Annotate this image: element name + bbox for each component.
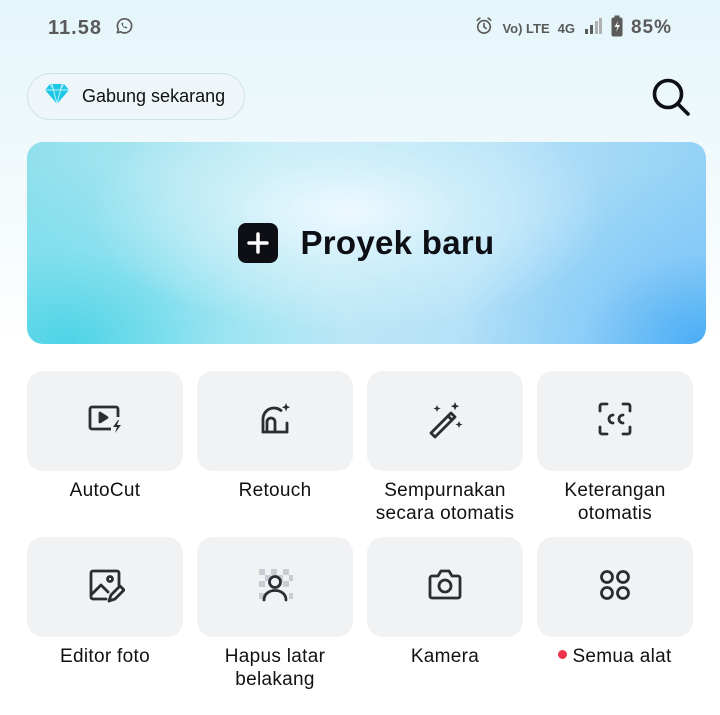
captions-icon	[595, 399, 635, 444]
retouch-icon	[255, 399, 295, 444]
tool-all-tools[interactable]: Semua alat	[537, 537, 693, 668]
tool-label-row: Semua alat	[558, 645, 671, 668]
tool-auto-captions[interactable]: Keterangan otomatis	[537, 371, 693, 525]
tool-label: AutoCut	[69, 480, 141, 501]
status-time: 11.58	[48, 16, 102, 39]
tool-label: Retouch	[238, 480, 312, 501]
network-type: 4G	[557, 20, 575, 36]
tool-label: Keterangan otomatis	[564, 480, 666, 524]
tool-tile	[27, 371, 183, 471]
tool-tile	[367, 537, 523, 637]
status-bar: 11.58 Vo) LTE 4G 85%	[0, 0, 720, 56]
tool-tile	[27, 537, 183, 637]
signal-icon	[583, 16, 603, 41]
tool-tile	[197, 371, 353, 471]
battery-percent: 85%	[630, 17, 672, 38]
join-now-button[interactable]: Gabung sekarang	[27, 73, 245, 120]
volte-indicator: Vo) LTE	[502, 20, 550, 36]
new-project-label: Proyek baru	[300, 224, 495, 261]
plus-icon	[238, 223, 279, 263]
join-now-label: Gabung sekarang	[82, 86, 226, 106]
tool-label: Kamera	[410, 646, 480, 667]
tool-label: Semua alat	[572, 646, 672, 667]
tool-camera[interactable]: Kamera	[367, 537, 523, 668]
tool-tile	[537, 371, 693, 471]
battery-icon	[611, 15, 623, 42]
status-right: Vo) LTE 4G 85%	[474, 15, 672, 42]
tool-tile	[367, 371, 523, 471]
status-left: 11.58	[48, 16, 134, 41]
tool-label: Editor foto	[60, 646, 150, 667]
tool-tile	[197, 537, 353, 637]
tool-autocut[interactable]: AutoCut	[27, 371, 183, 502]
tool-remove-background[interactable]: Hapus latar belakang	[197, 537, 353, 691]
autocut-icon	[85, 399, 125, 444]
tool-label: Hapus latar belakang	[224, 646, 326, 690]
diamond-icon	[44, 83, 70, 110]
search-button[interactable]	[650, 76, 692, 118]
new-badge-dot	[558, 650, 568, 660]
all-tools-icon	[595, 565, 635, 610]
tool-auto-enhance[interactable]: Sempurnakan secara otomatis	[367, 371, 523, 525]
tool-tile	[537, 537, 693, 637]
photo-edit-icon	[85, 565, 126, 610]
tool-label: Sempurnakan secara otomatis	[375, 480, 515, 524]
new-project-button[interactable]: Proyek baru	[27, 142, 706, 344]
search-icon	[650, 78, 692, 122]
tool-retouch[interactable]: Retouch	[197, 371, 353, 502]
camera-icon	[425, 565, 465, 610]
tool-photo-editor[interactable]: Editor foto	[27, 537, 183, 668]
magic-wand-icon	[425, 399, 465, 444]
remove-background-icon	[255, 565, 295, 610]
whatsapp-icon	[114, 16, 134, 41]
alarm-icon	[474, 16, 494, 41]
